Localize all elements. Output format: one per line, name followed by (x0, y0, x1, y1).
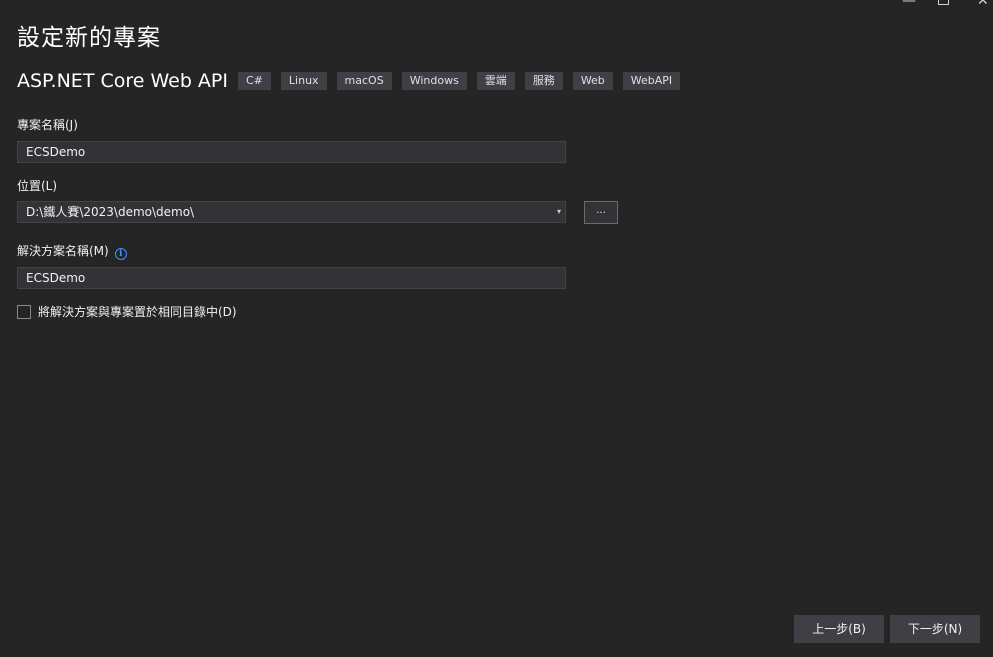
tag-csharp: C# (238, 72, 271, 90)
tag-linux: Linux (280, 72, 327, 90)
maximize-icon (938, 0, 949, 5)
project-name-label: 專案名稱(J) (17, 118, 78, 132)
location-label: 位置(L) (17, 179, 58, 193)
location-combobox[interactable]: D:\鐵人賽\2023\demo\demo\ ▾ (17, 201, 566, 223)
template-header: ASP.NET Core Web API C# Linux macOS Wind… (17, 70, 690, 92)
solution-name-value: ECSDemo (26, 271, 86, 285)
maximize-button[interactable] (938, 0, 949, 8)
dialog-title: 設定新的專案 (17, 25, 161, 51)
chevron-down-icon[interactable]: ▾ (557, 202, 561, 222)
project-name-value: ECSDemo (26, 145, 86, 159)
same-directory-option[interactable]: 將解決方案與專案置於相同目錄中(D) (17, 303, 237, 320)
location-value: D:\鐵人賽\2023\demo\demo\ (26, 205, 195, 219)
tag-macos: macOS (336, 72, 392, 90)
back-button[interactable]: 上一步(B) (794, 615, 884, 643)
template-name: ASP.NET Core Web API (17, 70, 228, 92)
tag-cloud: 雲端 (476, 72, 515, 90)
solution-name-input[interactable]: ECSDemo (17, 267, 566, 289)
tag-windows: Windows (401, 72, 467, 90)
browse-button[interactable]: ... (584, 201, 618, 224)
same-directory-label[interactable]: 將解決方案與專案置於相同目錄中(D) (38, 303, 237, 320)
minimize-button[interactable]: — (902, 0, 916, 8)
close-button[interactable]: ✕ (977, 0, 989, 8)
next-button[interactable]: 下一步(N) (890, 615, 980, 643)
tag-webapi: WebAPI (622, 72, 681, 90)
solution-name-label: 解決方案名稱(M) i (17, 242, 127, 260)
solution-name-label-text: 解決方案名稱(M) (17, 244, 109, 258)
info-icon[interactable]: i (114, 248, 127, 260)
same-directory-checkbox[interactable] (17, 304, 31, 319)
tag-web: Web (572, 72, 613, 90)
tag-service: 服務 (524, 72, 563, 90)
project-name-input[interactable]: ECSDemo (17, 141, 566, 163)
